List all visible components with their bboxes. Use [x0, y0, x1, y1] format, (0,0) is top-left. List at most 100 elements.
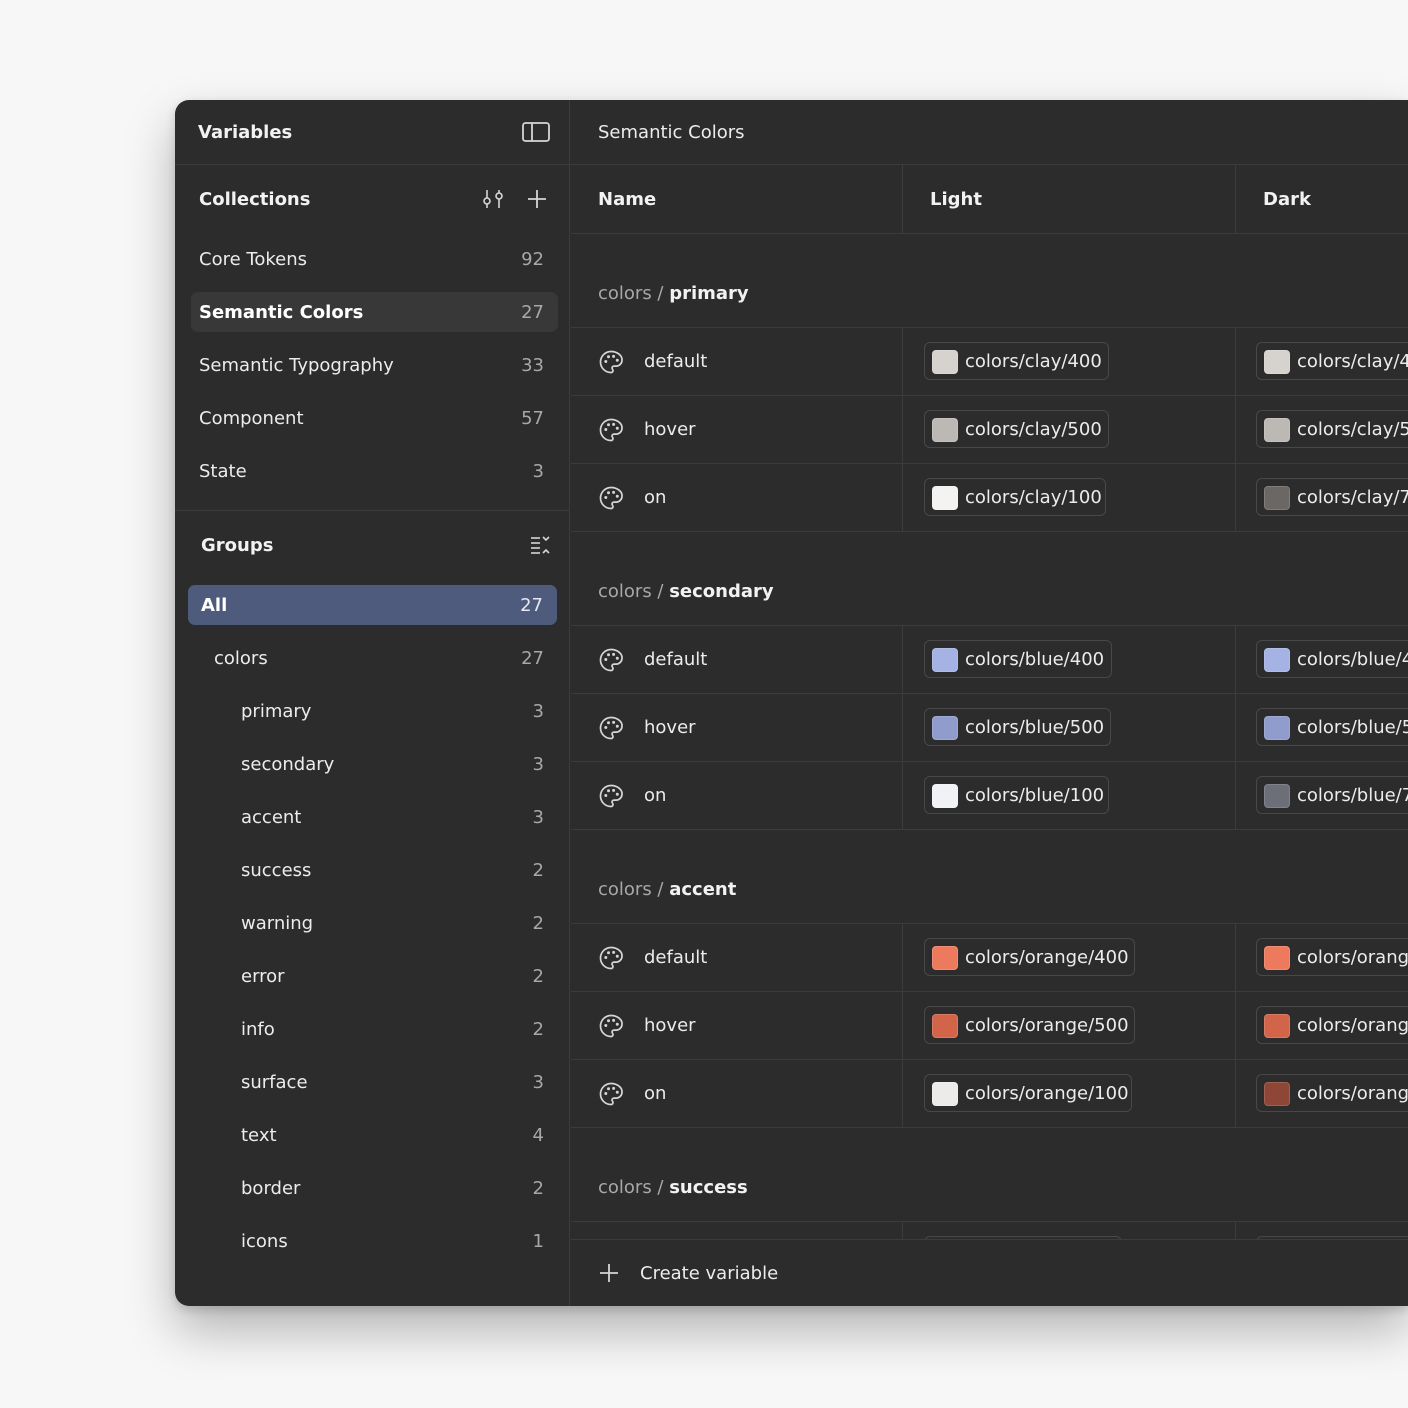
filter-sliders-icon[interactable]	[481, 187, 505, 211]
group-item-accent[interactable]: accent 3	[191, 797, 558, 837]
palette-icon	[598, 783, 624, 813]
variable-row-accent-default[interactable]: default colors/orange/400 colors/orange/40…	[571, 924, 1408, 992]
collection-item-semantic-typography[interactable]: Semantic Typography 33	[191, 345, 558, 385]
table-header: Name Light Dark	[571, 165, 1408, 234]
group-header-secondary: colors / secondary	[571, 532, 1408, 626]
dark-value-chip[interactable]: colors/clay/400	[1256, 342, 1408, 380]
group-count: 3	[532, 1072, 544, 1093]
dark-value-chip[interactable]: colors/blue/500	[1256, 708, 1408, 746]
group-item-error[interactable]: error 2	[191, 956, 558, 996]
palette-icon	[598, 1013, 624, 1043]
alias-name: colors/blue/500	[965, 717, 1105, 738]
palette-icon	[598, 647, 624, 677]
column-divider	[902, 328, 903, 532]
alias-name: colors/orange/400	[965, 947, 1129, 968]
variable-name[interactable]: on	[644, 1083, 666, 1104]
light-value-chip[interactable]: colors/orange/500	[924, 1006, 1135, 1044]
collection-item-state[interactable]: State 3	[191, 451, 558, 491]
dark-value-chip[interactable]: colors/clay/700	[1256, 478, 1408, 516]
palette-icon	[598, 349, 624, 379]
column-header-dark[interactable]: Dark	[1263, 189, 1311, 210]
collection-item-semantic-colors[interactable]: Semantic Colors 27	[191, 292, 558, 332]
column-divider	[902, 924, 903, 1128]
add-collection-icon[interactable]	[526, 188, 548, 210]
alias-name: colors/blue/400	[1297, 649, 1408, 670]
light-value-chip[interactable]: colors/clay/500	[924, 410, 1109, 448]
group-label: success	[241, 860, 312, 881]
light-value-chip[interactable]: colors/clay/100	[924, 478, 1106, 516]
group-count: 27	[520, 595, 543, 616]
group-item-icons[interactable]: icons 1	[191, 1221, 558, 1261]
alias-name: colors/clay/400	[965, 351, 1102, 372]
variable-name[interactable]: on	[644, 487, 666, 508]
light-value-chip[interactable]: colors/orange/100	[924, 1074, 1132, 1112]
group-item-colors[interactable]: colors 27	[191, 638, 558, 678]
color-swatch	[1264, 648, 1290, 672]
alias-name: colors/orange/500	[965, 1015, 1129, 1036]
variable-name[interactable]: hover	[644, 419, 696, 440]
dark-value-chip[interactable]: colors/orange/400	[1256, 938, 1408, 976]
color-swatch	[1264, 418, 1290, 442]
light-value-chip[interactable]: colors/blue/500	[924, 708, 1111, 746]
alias-name: colors/blue/400	[965, 649, 1105, 670]
group-item-surface[interactable]: surface 3	[191, 1062, 558, 1102]
variable-row-secondary-on[interactable]: on colors/blue/100 colors/blue/700	[571, 762, 1408, 830]
color-swatch	[1264, 486, 1290, 510]
variable-row-primary-hover[interactable]: hover colors/clay/500 colors/clay/500	[571, 396, 1408, 464]
create-variable-button[interactable]: Create variable	[571, 1239, 1408, 1306]
collection-item-core-tokens[interactable]: Core Tokens 92	[191, 239, 558, 279]
alias-name: colors/orange/500	[1297, 1015, 1408, 1036]
variable-row-primary-default[interactable]: default colors/clay/400 colors/clay/400	[571, 328, 1408, 396]
color-swatch	[932, 486, 958, 510]
variable-name[interactable]: default	[644, 351, 707, 372]
variable-row-accent-on[interactable]: on colors/orange/100 colors/orange/700	[571, 1060, 1408, 1128]
collection-item-component[interactable]: Component 57	[191, 398, 558, 438]
variable-row-secondary-hover[interactable]: hover colors/blue/500 colors/blue/500	[571, 694, 1408, 762]
variable-row-secondary-default[interactable]: default colors/blue/400 colors/blue/400	[571, 626, 1408, 694]
group-item-border[interactable]: border 2	[191, 1168, 558, 1208]
variable-name[interactable]: hover	[644, 1015, 696, 1036]
group-item-warning[interactable]: warning 2	[191, 903, 558, 943]
dark-value-chip[interactable]: colors/blue/700	[1256, 776, 1408, 814]
dark-value-chip[interactable]: colors/blue/400	[1256, 640, 1408, 678]
column-header-name[interactable]: Name	[598, 189, 656, 210]
color-swatch	[1264, 784, 1290, 808]
group-item-info[interactable]: info 2	[191, 1009, 558, 1049]
color-swatch	[1264, 716, 1290, 740]
sidebar-toggle-icon[interactable]	[522, 121, 550, 143]
plus-icon	[600, 1264, 618, 1282]
group-label: text	[241, 1125, 277, 1146]
dark-value-chip[interactable]: colors/clay/500	[1256, 410, 1408, 448]
column-divider	[1235, 924, 1236, 1128]
color-swatch	[1264, 1014, 1290, 1038]
group-count: 1	[532, 1231, 544, 1252]
group-item-text[interactable]: text 4	[191, 1115, 558, 1155]
group-item-primary[interactable]: primary 3	[191, 691, 558, 731]
variable-name[interactable]: default	[644, 947, 707, 968]
dark-value-chip[interactable]: colors/orange/700	[1256, 1074, 1408, 1112]
group-path: colors / accent	[598, 879, 736, 900]
collection-label: Component	[199, 408, 304, 429]
variable-name[interactable]: on	[644, 785, 666, 806]
variable-name[interactable]: default	[644, 649, 707, 670]
group-item-success[interactable]: success 2	[191, 850, 558, 890]
group-count: 2	[532, 1178, 544, 1199]
variable-name[interactable]: hover	[644, 717, 696, 738]
column-header-light[interactable]: Light	[930, 189, 982, 210]
collection-count: 57	[521, 408, 544, 429]
variable-row-accent-hover[interactable]: hover colors/orange/500 colors/orange/500	[571, 992, 1408, 1060]
variable-row-primary-on[interactable]: on colors/clay/100 colors/clay/700	[571, 464, 1408, 532]
column-divider	[1235, 165, 1236, 234]
group-item-all[interactable]: All 27	[188, 585, 557, 625]
group-label: icons	[241, 1231, 288, 1252]
light-value-chip[interactable]: colors/clay/400	[924, 342, 1109, 380]
light-value-chip[interactable]: colors/orange/400	[924, 938, 1135, 976]
palette-icon	[598, 945, 624, 975]
collapse-list-icon[interactable]	[529, 534, 551, 556]
group-item-secondary[interactable]: secondary 3	[191, 744, 558, 784]
alias-name: colors/clay/400	[1297, 351, 1408, 372]
sidebar-divider	[175, 510, 570, 511]
dark-value-chip[interactable]: colors/orange/500	[1256, 1006, 1408, 1044]
light-value-chip[interactable]: colors/blue/400	[924, 640, 1112, 678]
light-value-chip[interactable]: colors/blue/100	[924, 776, 1109, 814]
